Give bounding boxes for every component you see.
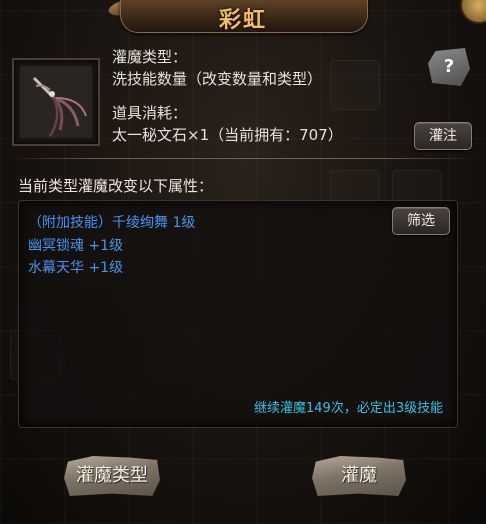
enchant-type-label: 灌魔类型： [112,48,188,66]
guarantee-note: 继续灌魔149次，必定出3级技能 [254,401,444,416]
window-title: 彩虹 [218,8,267,33]
item-cost-value: 太一秘文石×1（当前拥有：707） [112,126,343,144]
section-title: 当前类型灌魔改变以下属性： [18,177,214,195]
item-slot[interactable] [12,58,100,146]
enchant-type-button[interactable]: 灌魔类型 [64,456,160,496]
enchant-button[interactable]: 灌魔 [312,456,406,496]
enchant-type-value: 洗技能数量（改变数量和类型） [112,70,323,88]
attribute-line: 水幕天华 +1级 [28,260,124,276]
divider [8,158,478,159]
attribute-line: （附加技能）千绫绚舞 1级 [28,215,196,231]
attribute-line: 幽冥锁魂 +1级 [28,238,124,254]
help-button[interactable]: ? [428,48,470,86]
inject-button[interactable]: 灌注 [414,122,472,150]
weapon-ribbon-icon [20,66,92,138]
item-cost-label: 道具消耗： [112,104,188,122]
background-slot [330,60,380,110]
filter-button[interactable]: 筛选 [392,207,450,235]
